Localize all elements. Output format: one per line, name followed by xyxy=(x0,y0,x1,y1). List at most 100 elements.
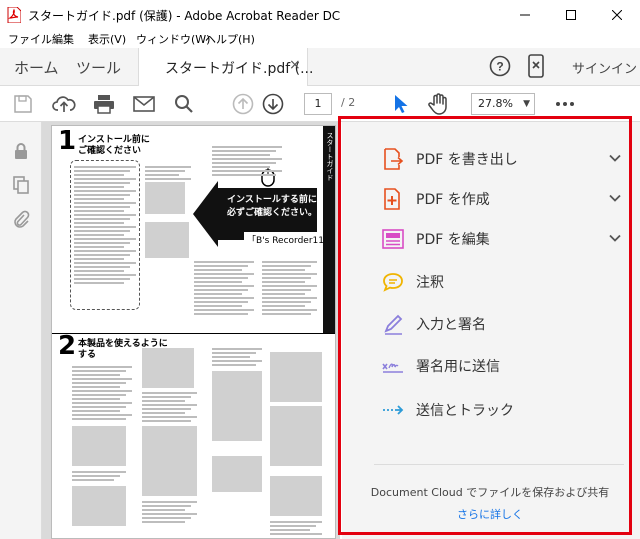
mobile-link-icon[interactable] xyxy=(528,54,544,78)
text-line xyxy=(145,174,179,176)
maximize-icon xyxy=(566,10,576,20)
upload-button[interactable] xyxy=(52,92,76,116)
text-line xyxy=(194,293,242,295)
text-line xyxy=(142,517,191,519)
text-line xyxy=(74,174,124,176)
text-line xyxy=(142,412,185,414)
menu-window[interactable]: ウィンドウ(W) xyxy=(136,31,210,47)
callout-arrow xyxy=(193,181,218,247)
title-bar: スタートガイド.pdf (保護) - Adobe Acrobat Reader … xyxy=(0,0,640,30)
screenshot-thumb xyxy=(142,426,197,496)
more-tools-button[interactable] xyxy=(553,92,577,116)
previous-page-button[interactable] xyxy=(231,92,255,116)
text-line xyxy=(72,366,132,368)
text-line xyxy=(72,479,114,481)
printer-icon xyxy=(94,95,114,114)
text-line xyxy=(262,281,305,283)
text-line xyxy=(74,178,136,180)
text-line xyxy=(74,202,136,204)
text-line xyxy=(142,392,197,394)
lock-icon[interactable] xyxy=(12,142,30,160)
text-line xyxy=(194,309,254,311)
tab-document[interactable]: スタートガイド.pdf (... × xyxy=(138,48,313,86)
search-button[interactable] xyxy=(172,92,196,116)
text-line xyxy=(262,285,317,287)
text-line xyxy=(74,170,130,172)
text-line xyxy=(262,277,311,279)
tab-home[interactable]: ホーム xyxy=(14,57,59,78)
text-line xyxy=(74,206,130,208)
text-line xyxy=(142,513,197,515)
text-line xyxy=(194,301,248,303)
minimize-button[interactable] xyxy=(502,0,548,30)
signin-link[interactable]: サインイン xyxy=(572,58,637,77)
text-line xyxy=(74,274,136,276)
minimize-icon xyxy=(520,14,530,16)
text-line xyxy=(74,222,124,224)
pages-thumbnail-icon[interactable] xyxy=(12,176,30,194)
screenshot-thumb xyxy=(145,182,185,214)
menu-help[interactable]: ヘルプ(H) xyxy=(205,31,255,47)
text-line xyxy=(72,410,120,412)
text-line xyxy=(72,370,126,372)
text-line xyxy=(194,305,242,307)
highlight-frame xyxy=(338,116,632,535)
text-line xyxy=(212,146,282,148)
text-line xyxy=(74,226,136,228)
text-line xyxy=(74,210,124,212)
text-line xyxy=(74,182,130,184)
close-window-button[interactable] xyxy=(594,0,640,30)
text-line xyxy=(262,265,311,267)
print-button[interactable] xyxy=(92,92,116,116)
text-line xyxy=(262,313,311,315)
screenshot-thumb xyxy=(270,406,322,466)
maximize-button[interactable] xyxy=(548,0,594,30)
text-line xyxy=(72,471,126,473)
help-icon[interactable]: ? xyxy=(489,55,511,77)
callout-line1: インストールする前に xyxy=(227,195,317,205)
screenshot-thumb xyxy=(212,371,262,441)
text-line xyxy=(74,234,124,236)
document-view[interactable]: 1 インストール前に ご確認ください インストールする前に 必ずご確認ください。… xyxy=(42,122,340,539)
arrow-up-circle-icon xyxy=(232,93,254,115)
text-line xyxy=(212,154,270,156)
text-line xyxy=(72,414,132,416)
text-line xyxy=(74,254,130,256)
menu-file[interactable]: ファイル xyxy=(8,31,52,47)
save-icon xyxy=(14,95,32,113)
text-line xyxy=(142,505,191,507)
zoom-select[interactable]: 27.8% ▼ xyxy=(471,93,535,115)
menu-view[interactable]: 表示(V) xyxy=(88,31,126,47)
select-tool-button[interactable] xyxy=(389,92,413,116)
email-button[interactable] xyxy=(132,92,156,116)
close-tab-button[interactable]: × xyxy=(289,57,301,73)
next-page-button[interactable] xyxy=(261,92,285,116)
text-line xyxy=(262,297,317,299)
more-horizontal-icon xyxy=(556,102,574,106)
attachment-icon[interactable] xyxy=(12,210,30,228)
text-line xyxy=(142,509,185,511)
save-button[interactable] xyxy=(11,92,35,116)
text-line xyxy=(72,378,132,380)
menu-bar: ファイル 編集 表示(V) ウィンドウ(W) ヘルプ(H) xyxy=(0,30,640,48)
chevron-down-icon: ▼ xyxy=(523,99,530,109)
text-line xyxy=(262,269,305,271)
text-line xyxy=(74,190,136,192)
text-line xyxy=(74,242,130,244)
text-line xyxy=(262,305,305,307)
text-line xyxy=(74,266,130,268)
navigation-rail: ◀ xyxy=(0,122,51,539)
page-number-input[interactable]: 1 xyxy=(304,93,332,115)
text-line xyxy=(212,166,270,168)
close-icon xyxy=(612,10,622,20)
text-line xyxy=(212,348,262,350)
hand-tool-button[interactable] xyxy=(427,92,451,116)
text-line xyxy=(145,170,185,172)
search-icon xyxy=(175,95,193,113)
menu-edit[interactable]: 編集 xyxy=(52,31,74,47)
text-line xyxy=(72,374,120,376)
text-line xyxy=(142,396,191,398)
text-line xyxy=(142,521,185,523)
tab-tools[interactable]: ツール xyxy=(76,57,121,78)
step2-number: 2 xyxy=(58,331,77,361)
